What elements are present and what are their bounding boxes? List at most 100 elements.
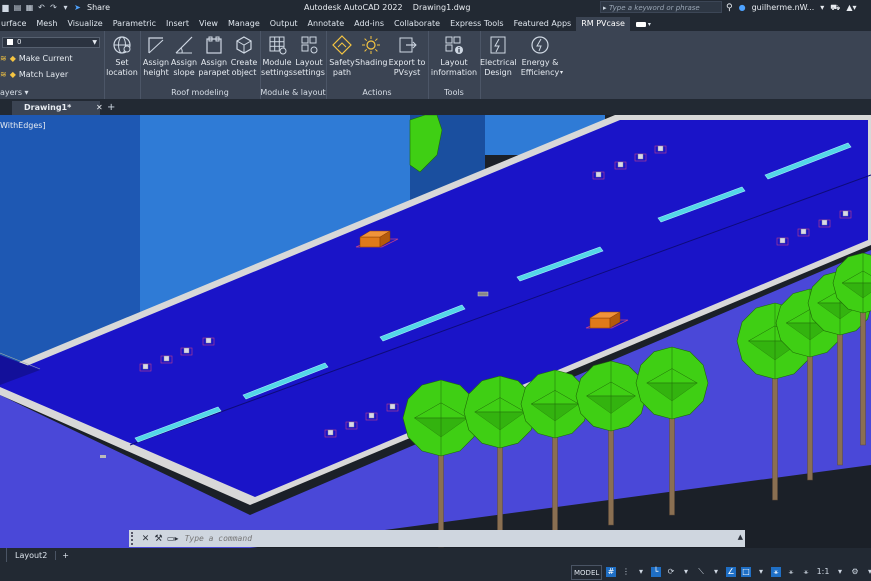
undo-icon[interactable]: ↶ [37,3,46,12]
tab-collaborate[interactable]: Collaborate [389,17,445,31]
layout-tab-layout2[interactable]: Layout2 [7,550,57,560]
command-input[interactable] [182,533,707,544]
export-pvsyst-button[interactable]: Export to PVsyst [388,34,426,78]
annotation-scale-icon[interactable]: ⚹ [801,567,811,577]
tab-insert[interactable]: Insert [161,17,194,31]
model-space-button[interactable]: MODEL [571,565,603,580]
user-icon[interactable]: ● [739,3,746,12]
annotation-visibility-icon[interactable]: ⚹ [771,566,781,577]
layout-settings-button[interactable]: Layout settings [293,34,325,78]
customize-wrench-icon[interactable]: ⚒ [152,534,165,544]
file-tab-drawing1[interactable]: Drawing1* ✕ [12,101,103,115]
qa-saveas-icon[interactable]: ▤ [13,3,22,12]
tree-trunk [669,404,675,516]
tab-add-ins[interactable]: Add-ins [349,17,389,31]
ribbon-panel: 0 ▼ ≋ ◆ Make Current ≋ ◆ Match Layer aye… [0,31,871,99]
tab-featured-apps[interactable]: Featured Apps [509,17,577,31]
osnap-dropdown-icon[interactable]: ▾ [756,567,766,577]
command-prompt-icon[interactable]: ▭▸ [167,534,179,543]
isodraft-dropdown-icon[interactable]: ▾ [711,567,721,577]
energy-dropdown-icon[interactable]: ▾ [560,69,563,76]
match-layer-icon: ◆ [9,70,16,79]
workspace-gear-icon[interactable]: ⚙ [850,567,860,577]
layout-information-button[interactable]: Layout information [429,34,479,78]
drawing-viewport[interactable]: WithEdges] ✕ ⚒ ▭▸ ▲ [0,115,871,548]
tab-manage[interactable]: Manage [223,17,265,31]
tab-rm-pvcase[interactable]: RM PVcase [576,17,630,31]
add-layout-button[interactable]: + [56,551,75,560]
layer-dropdown[interactable]: 0 ▼ [2,37,100,48]
assign-parapet-button[interactable]: Assign parapet [198,34,230,78]
viewport-visual-style-label[interactable]: WithEdges] [0,121,46,130]
new-tab-button[interactable]: + [107,101,115,115]
module-settings-button[interactable]: Module settings [261,34,293,78]
roof-drain [477,291,489,297]
assign-height-line2: height [143,68,169,77]
layers-group-label[interactable]: ayers ▾ [0,88,104,97]
ribbon-toggle[interactable]: ▾ [635,21,651,28]
tab-mesh[interactable]: Mesh [31,17,62,31]
tree-trunk [772,363,778,501]
command-history-icon[interactable]: ▲ [738,533,743,541]
tree-trunk [608,416,614,526]
file-tab-label: Drawing1* [24,103,72,112]
snap-dropdown-icon[interactable]: ▾ [636,567,646,577]
rooftop-box [657,145,664,152]
qa-save-icon[interactable]: ▆ [1,3,10,12]
workspace-dropdown-icon[interactable]: ▾ [865,567,871,577]
snap-icon[interactable]: ⋮ [621,567,631,577]
grid-icon[interactable]: # [606,566,616,577]
assign-slope-button[interactable]: Assign slope [169,34,199,78]
electrical-design-icon [490,36,506,54]
search-expand-icon[interactable]: ▸ [603,2,607,14]
isodraft-icon[interactable]: ⟍ [696,567,706,577]
redo-icon[interactable]: ↷ [49,3,58,12]
location-group: Set location [104,31,141,99]
energy-efficiency-button[interactable]: Energy & Efficiency [518,34,562,78]
set-location-button[interactable]: Set location [106,34,138,78]
electrical-design-button[interactable]: Electrical Design [480,34,517,78]
osnap-tracking-icon[interactable]: ∠ [726,566,736,577]
qa-print-icon[interactable]: ▦ [25,3,34,12]
polar-icon[interactable]: ⟳ [666,567,676,577]
user-menu-icon[interactable]: ▾ [820,3,824,12]
tab-parametric[interactable]: Parametric [108,17,161,31]
assign-height-button[interactable]: Assign height [141,34,171,78]
triangle-icon[interactable]: ▲▾ [846,3,856,12]
auto-scale-icon[interactable]: ⚹ [786,567,796,577]
close-icon[interactable]: ✕ [96,101,103,115]
grip-handle-icon[interactable] [131,532,139,545]
scale-dropdown-icon[interactable]: ▾ [835,567,845,577]
scale-label[interactable]: 1:1 [816,567,830,577]
qa-dropdown-icon[interactable]: ▾ [61,3,70,12]
share-icon[interactable]: ➤ [73,3,82,12]
search-box[interactable]: ▸ Type a keyword or phrase [600,1,722,13]
command-close-button[interactable]: ✕ [139,534,152,544]
tab-express-tools[interactable]: Express Tools [445,17,509,31]
tab-surface[interactable]: urface [0,17,31,31]
search-icon[interactable]: ⚲ [726,3,733,13]
tab-annotate[interactable]: Annotate [303,17,350,31]
user-name[interactable]: guilherme.nW... [752,3,815,12]
tab-output[interactable]: Output [265,17,303,31]
3d-scene[interactable] [0,115,871,548]
layout-tab-layout1[interactable] [0,548,7,562]
module-layout-label: Module & layout [260,88,326,97]
energy-efficiency-line1: Energy & [521,58,559,67]
match-layer-button[interactable]: ≋ ◆ Match Layer [0,70,68,79]
layout-settings-line2: settings [293,68,325,77]
layout-grid-icon [301,36,318,54]
tab-view[interactable]: View [194,17,223,31]
polar-dropdown-icon[interactable]: ▾ [681,567,691,577]
make-current-button[interactable]: ≋ ◆ Make Current [0,54,73,63]
osnap-icon[interactable]: □ [741,566,751,577]
safety-path-button[interactable]: Safety path [327,34,357,78]
create-object-button[interactable]: Create object [229,34,259,78]
shading-button[interactable]: Shading [355,34,388,68]
cart-icon[interactable]: ⛟ [830,3,840,13]
actions-label: Actions [362,88,392,97]
tab-visualize[interactable]: Visualize [62,17,107,31]
tree-trunk [807,343,813,481]
ortho-icon[interactable]: └ [651,566,661,577]
share-button[interactable]: Share [87,3,110,12]
